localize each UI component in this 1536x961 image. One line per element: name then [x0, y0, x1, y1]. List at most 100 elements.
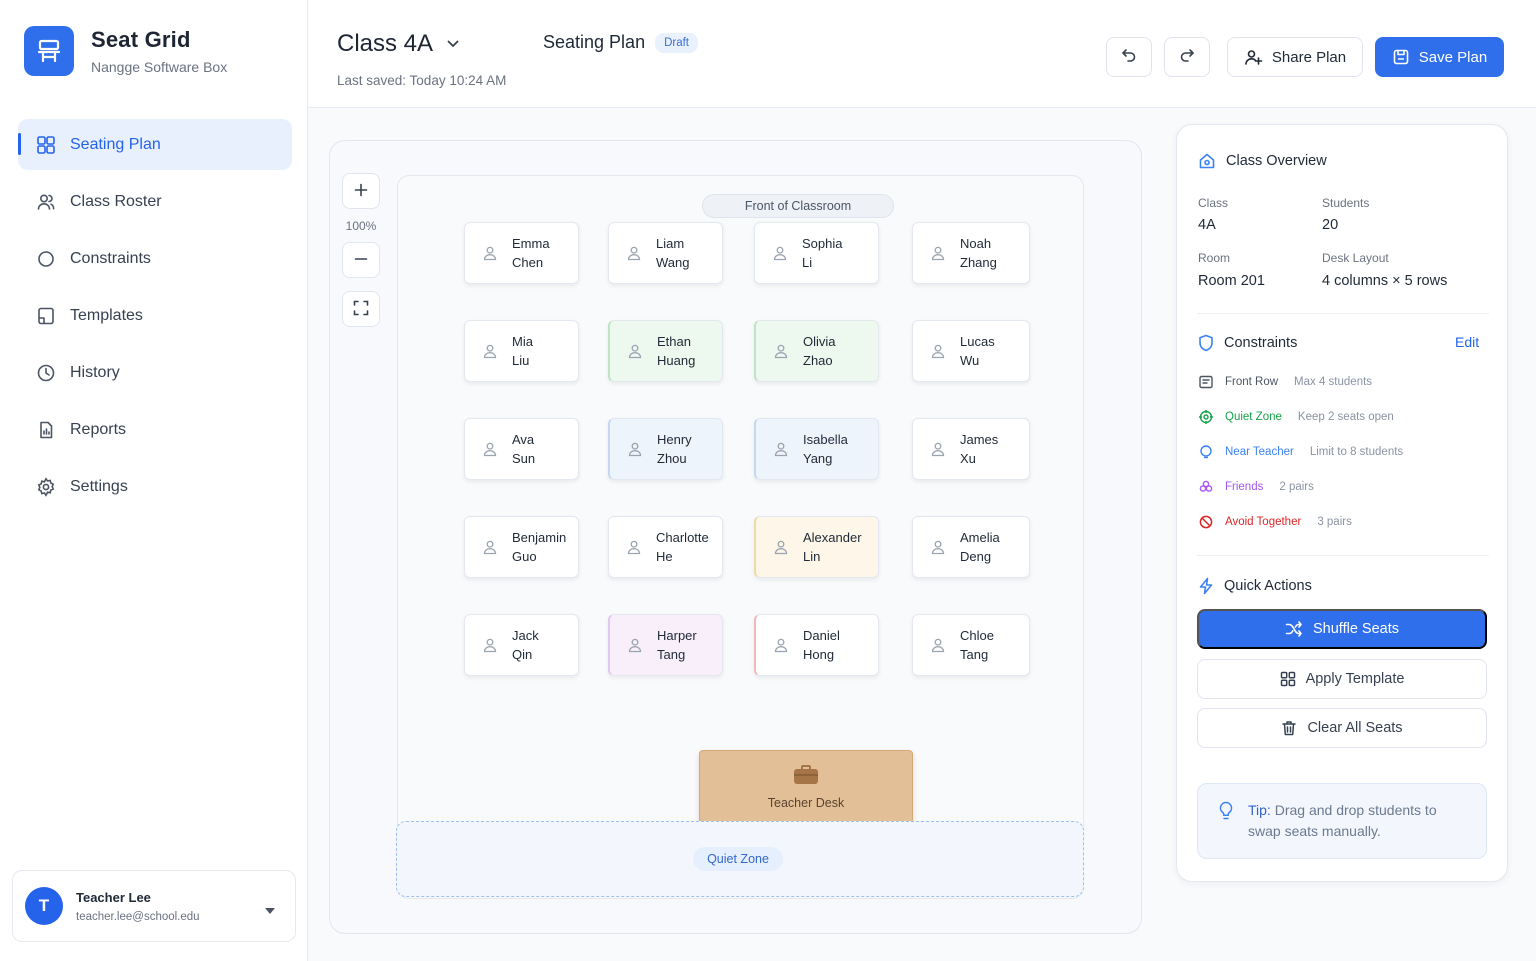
sidebar-item-history[interactable]: History	[18, 347, 292, 398]
user-icon	[773, 441, 789, 457]
student-last-name: Deng	[960, 549, 992, 564]
class-selector[interactable]: Class 4A	[337, 30, 459, 58]
seat-card[interactable]: Lucas Wu	[912, 320, 1030, 382]
app-title: Seat Grid	[91, 27, 191, 52]
user-email: teacher.lee@school.edu	[76, 910, 200, 923]
seat-card[interactable]: Liam Wang	[608, 222, 723, 284]
fit-screen-button[interactable]	[342, 291, 380, 327]
zoom-out-button[interactable]	[342, 242, 380, 278]
seat-card[interactable]: Alexander Lin	[754, 516, 879, 578]
student-last-name: Tang	[657, 647, 686, 662]
students-value: 20	[1322, 217, 1339, 233]
clear-all-seats-button[interactable]: Clear All Seats	[1197, 708, 1487, 748]
seat-card[interactable]: Harper Tang	[608, 614, 723, 676]
student-name: Olivia Zhao	[803, 332, 836, 370]
seat-card[interactable]: Chloe Tang	[912, 614, 1030, 676]
caret-down-icon[interactable]	[265, 901, 275, 919]
quiet-zone[interactable]: Quiet Zone	[396, 821, 1084, 897]
constraint-name: Front Row	[1225, 376, 1279, 388]
plus-icon	[354, 183, 368, 200]
user-icon	[482, 245, 498, 261]
student-name: Daniel Hong	[803, 626, 840, 664]
constraint-near-teacher[interactable]: Near Teacher Limit to 8 students	[1199, 445, 1403, 459]
student-first-name: Lucas	[960, 334, 995, 349]
lightning-icon	[1198, 577, 1214, 595]
seat-card[interactable]: Sophia Li	[754, 222, 879, 284]
user-icon	[772, 245, 788, 261]
user-icon	[773, 637, 789, 653]
quick-actions-title: Quick Actions	[1198, 577, 1312, 595]
class-value: 4A	[1198, 217, 1216, 233]
redo-button[interactable]	[1164, 37, 1210, 77]
student-first-name: Sophia	[802, 236, 843, 251]
user-icon	[626, 245, 642, 261]
seat-card[interactable]: Olivia Zhao	[754, 320, 879, 382]
user-icon	[930, 539, 946, 555]
seat-card[interactable]: Mia Liu	[464, 320, 579, 382]
zoom-in-button[interactable]	[342, 173, 380, 209]
student-name: Alexander Lin	[803, 528, 862, 566]
user-profile-card[interactable]: T Teacher Lee teacher.lee@school.edu	[12, 870, 296, 942]
constraint-desc: Keep 2 seats open	[1297, 411, 1394, 423]
student-first-name: Chloe	[960, 628, 994, 643]
last-saved-text: Last saved: Today 10:24 AM	[337, 73, 507, 88]
seat-card[interactable]: Henry Zhou	[608, 418, 723, 480]
seat-card[interactable]: Benjamin Guo	[464, 516, 579, 578]
ban-icon	[1199, 515, 1213, 529]
user-icon	[627, 637, 643, 653]
user-icon	[482, 343, 498, 359]
student-name: Noah Zhang	[960, 234, 997, 272]
constraint-quiet-zone[interactable]: Quiet Zone Keep 2 seats open	[1199, 410, 1394, 424]
seat-card[interactable]: Emma Chen	[464, 222, 579, 284]
sidebar-item-class-roster[interactable]: Class Roster	[18, 176, 292, 227]
student-last-name: Lin	[803, 549, 821, 564]
sidebar-item-label: Reports	[70, 420, 127, 438]
sidebar-item-settings[interactable]: Settings	[18, 461, 292, 512]
constraint-front-row[interactable]: Front Row Max 4 students	[1199, 375, 1372, 389]
sidebar-item-label: Seating Plan	[70, 135, 161, 153]
sidebar-item-templates[interactable]: Templates	[18, 290, 292, 341]
template-icon	[36, 306, 56, 326]
shuffle-seats-button[interactable]: Shuffle Seats	[1197, 609, 1487, 649]
sidebar-item-label: Class Roster	[70, 192, 162, 210]
student-last-name: Chen	[512, 255, 544, 270]
seat-card[interactable]: Amelia Deng	[912, 516, 1030, 578]
student-name: Mia Liu	[512, 332, 533, 370]
student-name: James Xu	[960, 430, 998, 468]
user-icon	[930, 343, 946, 359]
chevron-down-icon[interactable]	[447, 40, 459, 48]
constraints-label: Constraints	[1224, 335, 1298, 351]
edit-constraints-link[interactable]: Edit	[1455, 334, 1479, 350]
constraint-avoid-together[interactable]: Avoid Together 3 pairs	[1199, 515, 1352, 529]
student-name: Ava Sun	[512, 430, 535, 468]
share-plan-button[interactable]: Share Plan	[1227, 37, 1363, 77]
seat-card[interactable]: Ethan Huang	[608, 320, 723, 382]
sidebar-item-label: History	[70, 363, 120, 381]
constraint-name: Friends	[1225, 481, 1264, 493]
save-plan-button[interactable]: Save Plan	[1375, 37, 1504, 77]
sidebar-item-seating-plan[interactable]: Seating Plan	[18, 119, 292, 170]
constraint-friends[interactable]: Friends 2 pairs	[1199, 480, 1314, 494]
save-plan-label: Save Plan	[1418, 48, 1488, 66]
user-icon	[627, 343, 643, 359]
seat-card[interactable]: Daniel Hong	[754, 614, 879, 676]
seat-card[interactable]: Jack Qin	[464, 614, 579, 676]
user-icon	[930, 441, 946, 457]
seat-card[interactable]: Charlotte He	[608, 516, 723, 578]
save-icon	[1392, 48, 1410, 66]
seat-card[interactable]: Ava Sun	[464, 418, 579, 480]
apply-template-button[interactable]: Apply Template	[1197, 659, 1487, 699]
teacher-desk[interactable]: Teacher Desk	[699, 750, 913, 824]
seat-card[interactable]: Noah Zhang	[912, 222, 1030, 284]
student-last-name: Zhou	[657, 451, 687, 466]
sidebar: Seat Grid Nangge Software Box Seating Pl…	[0, 0, 308, 961]
student-first-name: Noah	[960, 236, 992, 251]
sidebar-item-constraints[interactable]: Constraints	[18, 233, 292, 284]
seat-card[interactable]: Isabella Yang	[754, 418, 879, 480]
student-first-name: Amelia	[960, 530, 1000, 545]
undo-button[interactable]	[1106, 37, 1152, 77]
trash-icon	[1281, 720, 1297, 736]
sidebar-item-reports[interactable]: Reports	[18, 404, 292, 455]
seat-card[interactable]: James Xu	[912, 418, 1030, 480]
user-name: Teacher Lee	[76, 889, 151, 905]
